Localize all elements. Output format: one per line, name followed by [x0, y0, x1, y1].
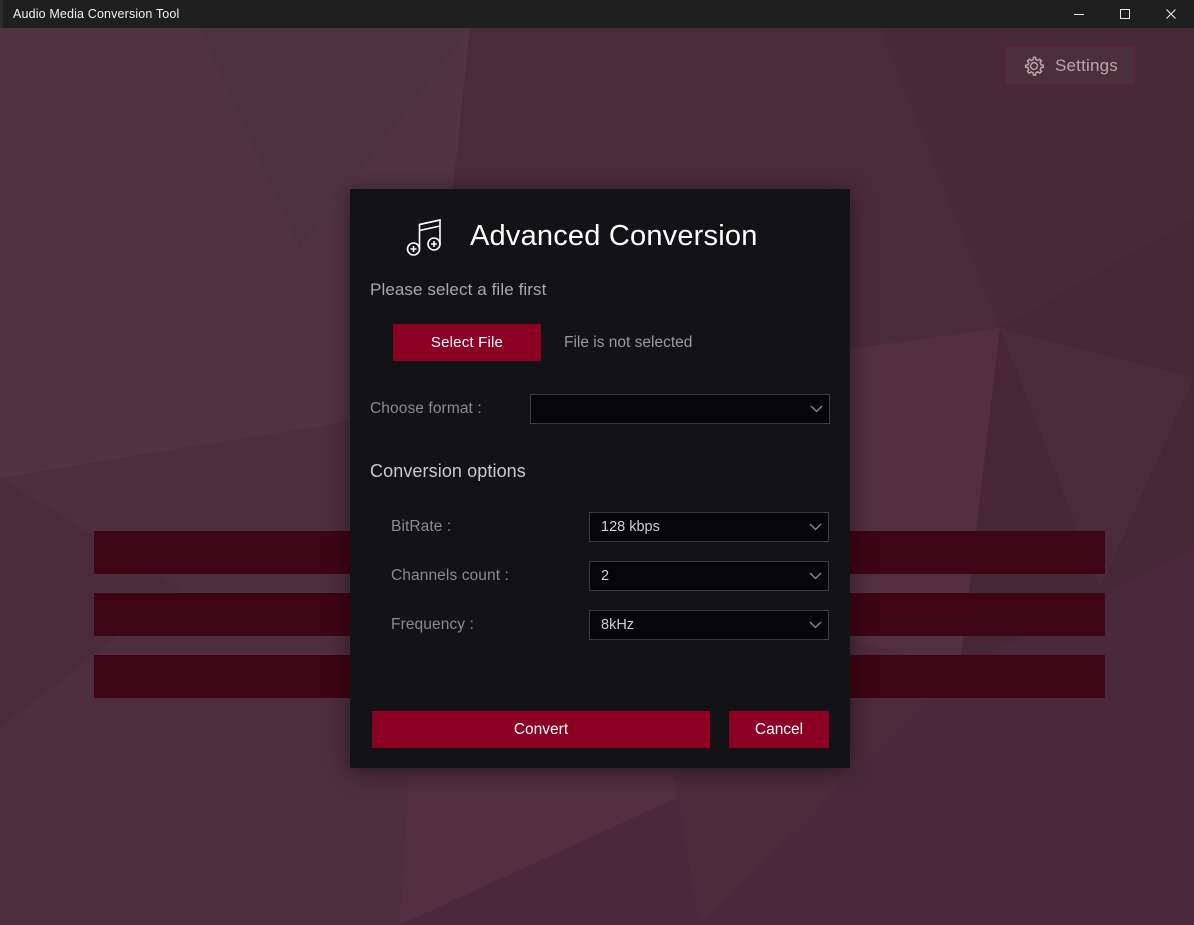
channels-select[interactable]: 2: [589, 561, 829, 591]
dialog-subtitle: Please select a file first: [350, 259, 850, 300]
frequency-value: 8kHz: [590, 617, 802, 633]
close-icon: [1165, 8, 1177, 20]
frequency-row: Frequency : 8kHz: [350, 591, 850, 640]
dialog-title: Advanced Conversion: [470, 220, 758, 253]
format-select[interactable]: [530, 394, 830, 424]
gear-icon: [1022, 54, 1046, 78]
maximize-icon: [1119, 8, 1131, 20]
settings-button[interactable]: Settings: [1005, 46, 1135, 85]
dialog-header: Advanced Conversion: [350, 189, 850, 259]
file-select-row: Select File File is not selected: [350, 300, 850, 361]
chevron-down-icon: [802, 523, 828, 531]
frequency-label: Frequency :: [370, 616, 589, 634]
add-music-note-icon: [402, 213, 448, 259]
bitrate-row: BitRate : 128 kbps: [350, 482, 850, 542]
minimize-button[interactable]: [1056, 0, 1102, 28]
bitrate-label: BitRate :: [370, 518, 589, 536]
chevron-down-icon: [802, 621, 828, 629]
title-bar-accent: [0, 0, 3, 28]
settings-label: Settings: [1055, 56, 1118, 76]
conversion-options-title: Conversion options: [350, 424, 850, 482]
close-button[interactable]: [1148, 0, 1194, 28]
format-row: Choose format :: [350, 361, 850, 424]
minimize-icon: [1073, 8, 1085, 20]
frequency-select[interactable]: 8kHz: [589, 610, 829, 640]
format-label: Choose format :: [370, 400, 530, 418]
dialog-actions: Convert Cancel: [372, 711, 829, 748]
chevron-down-icon: [802, 572, 828, 580]
chevron-down-icon: [803, 405, 829, 413]
select-file-button[interactable]: Select File: [393, 324, 541, 361]
bitrate-select[interactable]: 128 kbps: [589, 512, 829, 542]
file-status-text: File is not selected: [564, 334, 692, 352]
maximize-button[interactable]: [1102, 0, 1148, 28]
channels-row: Channels count : 2: [350, 542, 850, 591]
channels-value: 2: [590, 568, 802, 584]
window-title: Audio Media Conversion Tool: [13, 0, 179, 28]
cancel-button[interactable]: Cancel: [729, 711, 829, 748]
window-controls: [1056, 0, 1194, 28]
bitrate-value: 128 kbps: [590, 519, 802, 535]
title-bar: Audio Media Conversion Tool: [0, 0, 1194, 28]
convert-button[interactable]: Convert: [372, 711, 710, 748]
advanced-conversion-dialog: Advanced Conversion Please select a file…: [350, 189, 850, 768]
channels-label: Channels count :: [370, 567, 589, 585]
